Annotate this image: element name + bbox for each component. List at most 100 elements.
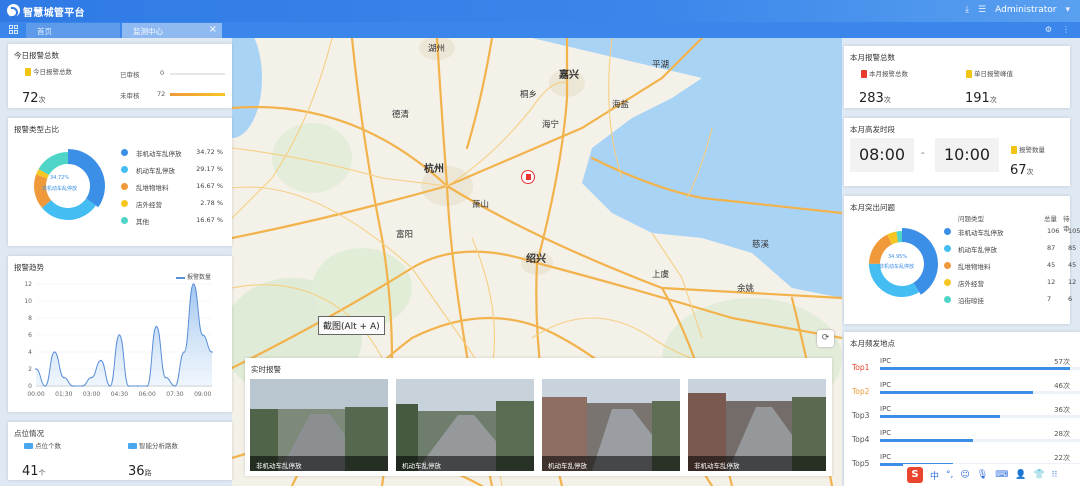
more-icon[interactable]: ⋮ bbox=[1062, 25, 1070, 34]
hotspot-rank: Top3 bbox=[852, 411, 870, 420]
ai-label: 智能分析路数 bbox=[128, 440, 178, 450]
count-label: 点位个数 bbox=[24, 440, 61, 450]
settings-icon[interactable]: ⚙ bbox=[1045, 25, 1052, 34]
issue-label: 店外经营 bbox=[958, 280, 984, 288]
issues-row: 非机动车乱停放 106 105 bbox=[944, 227, 1080, 237]
hotspot-fill bbox=[880, 391, 1034, 394]
hotspot-rank: Top4 bbox=[852, 435, 870, 444]
trend-point[interactable] bbox=[81, 385, 84, 387]
hotspot-fill bbox=[880, 415, 1000, 418]
ime-mode[interactable]: 中 bbox=[930, 469, 939, 482]
trend-point[interactable] bbox=[109, 385, 111, 387]
trend-point[interactable] bbox=[35, 368, 37, 370]
user-icon[interactable]: 👤 bbox=[1015, 470, 1026, 480]
types-legend-row: 机动车乱停放 29.17 % bbox=[118, 165, 233, 175]
legend-dot bbox=[121, 149, 128, 156]
hotspot-value: 28次 bbox=[1054, 430, 1070, 438]
emoji-icon[interactable]: ☺ bbox=[960, 470, 969, 480]
count-label-text: 点位个数 bbox=[35, 442, 61, 450]
camera-icon bbox=[128, 443, 137, 449]
hotspot-rank: Top5 bbox=[852, 459, 870, 468]
tab-monitor-label: 监测中心 bbox=[133, 27, 163, 36]
map-city-xiaoshan: 萧山 bbox=[472, 200, 490, 210]
tab-home[interactable]: 首页 bbox=[26, 23, 120, 38]
trend-point[interactable] bbox=[118, 334, 121, 336]
trend-point[interactable] bbox=[137, 385, 139, 387]
screenshot-tooltip: 截图(Alt + A) bbox=[318, 316, 385, 335]
legend-dot bbox=[944, 296, 951, 303]
hotspot-name: IPC bbox=[880, 429, 892, 437]
realtime-thumb-1[interactable]: 非机动车乱停放 bbox=[250, 379, 388, 471]
realtime-thumb-3[interactable]: 机动车乱停放 bbox=[542, 379, 680, 471]
trend-point[interactable] bbox=[174, 385, 176, 387]
close-icon[interactable]: × bbox=[209, 24, 217, 35]
punctuation-icon[interactable]: °, bbox=[946, 470, 953, 480]
apps-grid-icon[interactable] bbox=[9, 25, 19, 35]
y-tick-label: 12 bbox=[24, 281, 32, 288]
camera-icon bbox=[24, 443, 33, 449]
realtime-thumb-4[interactable]: 非机动车乱停放 bbox=[688, 379, 826, 471]
hotspot-row[interactable]: Top2 IPC 46次 bbox=[844, 380, 1080, 404]
x-tick-label: 03:00 bbox=[83, 391, 100, 398]
sogou-logo-icon[interactable]: S bbox=[907, 467, 923, 483]
trend-point[interactable] bbox=[127, 385, 130, 387]
unreviewed-bar bbox=[170, 93, 225, 96]
hotspot-row[interactable]: Top3 IPC 36次 bbox=[844, 404, 1080, 428]
today-panel: 今日报警总数 今日报警总数 72次 已审核 0 未审核 72 bbox=[8, 44, 232, 108]
legend-label: 店外经营 bbox=[136, 201, 162, 209]
legend-label: 乱堆物堆料 bbox=[136, 184, 169, 192]
trend-point[interactable] bbox=[183, 351, 186, 353]
issue-handled: 105 bbox=[1068, 227, 1080, 235]
hotspot-row[interactable]: Top1 IPC 57次 bbox=[844, 356, 1080, 380]
alarm-marker-icon[interactable] bbox=[521, 170, 535, 184]
download-icon[interactable]: ⤓ bbox=[965, 5, 969, 15]
issue-label: 沿街晾挂 bbox=[958, 297, 984, 305]
realtime-thumb-2[interactable]: 机动车乱停放 bbox=[396, 379, 534, 471]
trend-point[interactable] bbox=[72, 385, 74, 387]
menu-icon[interactable]: ☰ bbox=[978, 5, 986, 15]
issues-title: 本月突出问题 bbox=[850, 203, 895, 212]
reviewed-value: 0 bbox=[160, 69, 165, 77]
trend-point[interactable] bbox=[211, 351, 213, 353]
trend-point[interactable] bbox=[164, 376, 167, 379]
issue-label: 非机动车乱停放 bbox=[958, 229, 1004, 237]
map-city-huzhou: 湖州 bbox=[428, 44, 446, 54]
keyboard-icon[interactable]: ⌨ bbox=[995, 470, 1008, 480]
realtime-title: 实时报警 bbox=[251, 365, 281, 374]
trend-point[interactable] bbox=[100, 359, 102, 362]
issue-total: 12 bbox=[1047, 278, 1056, 286]
realtime-caption-3: 机动车乱停放 bbox=[542, 456, 680, 471]
trend-point[interactable] bbox=[192, 283, 195, 285]
user-name[interactable]: Administrator bbox=[995, 5, 1056, 15]
y-tick-label: 10 bbox=[24, 298, 32, 305]
hotspot-value: 46次 bbox=[1054, 382, 1070, 390]
map-city-deqing: 德清 bbox=[392, 110, 410, 120]
trend-point[interactable] bbox=[201, 334, 204, 336]
trend-point[interactable] bbox=[44, 385, 47, 387]
today-unit: 次 bbox=[38, 96, 46, 104]
unreviewed-value: 72 bbox=[157, 90, 166, 98]
microphone-icon[interactable]: 🎙 bbox=[977, 470, 988, 480]
trend-point[interactable] bbox=[53, 351, 56, 353]
grid-menu-icon[interactable]: ⁝⁝ bbox=[1052, 470, 1058, 480]
period-end: 10:00 bbox=[935, 138, 999, 172]
trend-point[interactable] bbox=[146, 385, 148, 387]
x-tick-label: 01:30 bbox=[55, 391, 72, 398]
unreviewed-label: 未审核 bbox=[120, 92, 140, 100]
chevron-down-icon[interactable]: ▾ bbox=[1065, 5, 1070, 15]
trend-point[interactable] bbox=[62, 376, 65, 379]
points-title: 点位情况 bbox=[14, 429, 44, 438]
month-peak-label: 单日报警峰值 bbox=[966, 68, 1013, 78]
tab-monitor[interactable]: 监测中心 × bbox=[122, 23, 222, 38]
period-start: 08:00 bbox=[850, 138, 914, 172]
hotspot-row[interactable]: Top4 IPC 28次 bbox=[844, 428, 1080, 452]
month-title: 本月报警总数 bbox=[850, 53, 895, 62]
issue-label: 乱堆物堆料 bbox=[958, 263, 991, 271]
legend-label: 机动车乱停放 bbox=[136, 167, 175, 175]
issues-panel: 本月突出问题 问题类型 总量 待审 34.95% 非机动车乱停放 非机动车乱停放… bbox=[844, 196, 1080, 324]
col-type: 问题类型 bbox=[958, 215, 984, 223]
trend-point[interactable] bbox=[90, 376, 93, 379]
refresh-icon[interactable]: ⟳ bbox=[817, 330, 834, 347]
trend-point[interactable] bbox=[155, 325, 158, 328]
skin-icon[interactable]: 👕 bbox=[1033, 470, 1044, 480]
